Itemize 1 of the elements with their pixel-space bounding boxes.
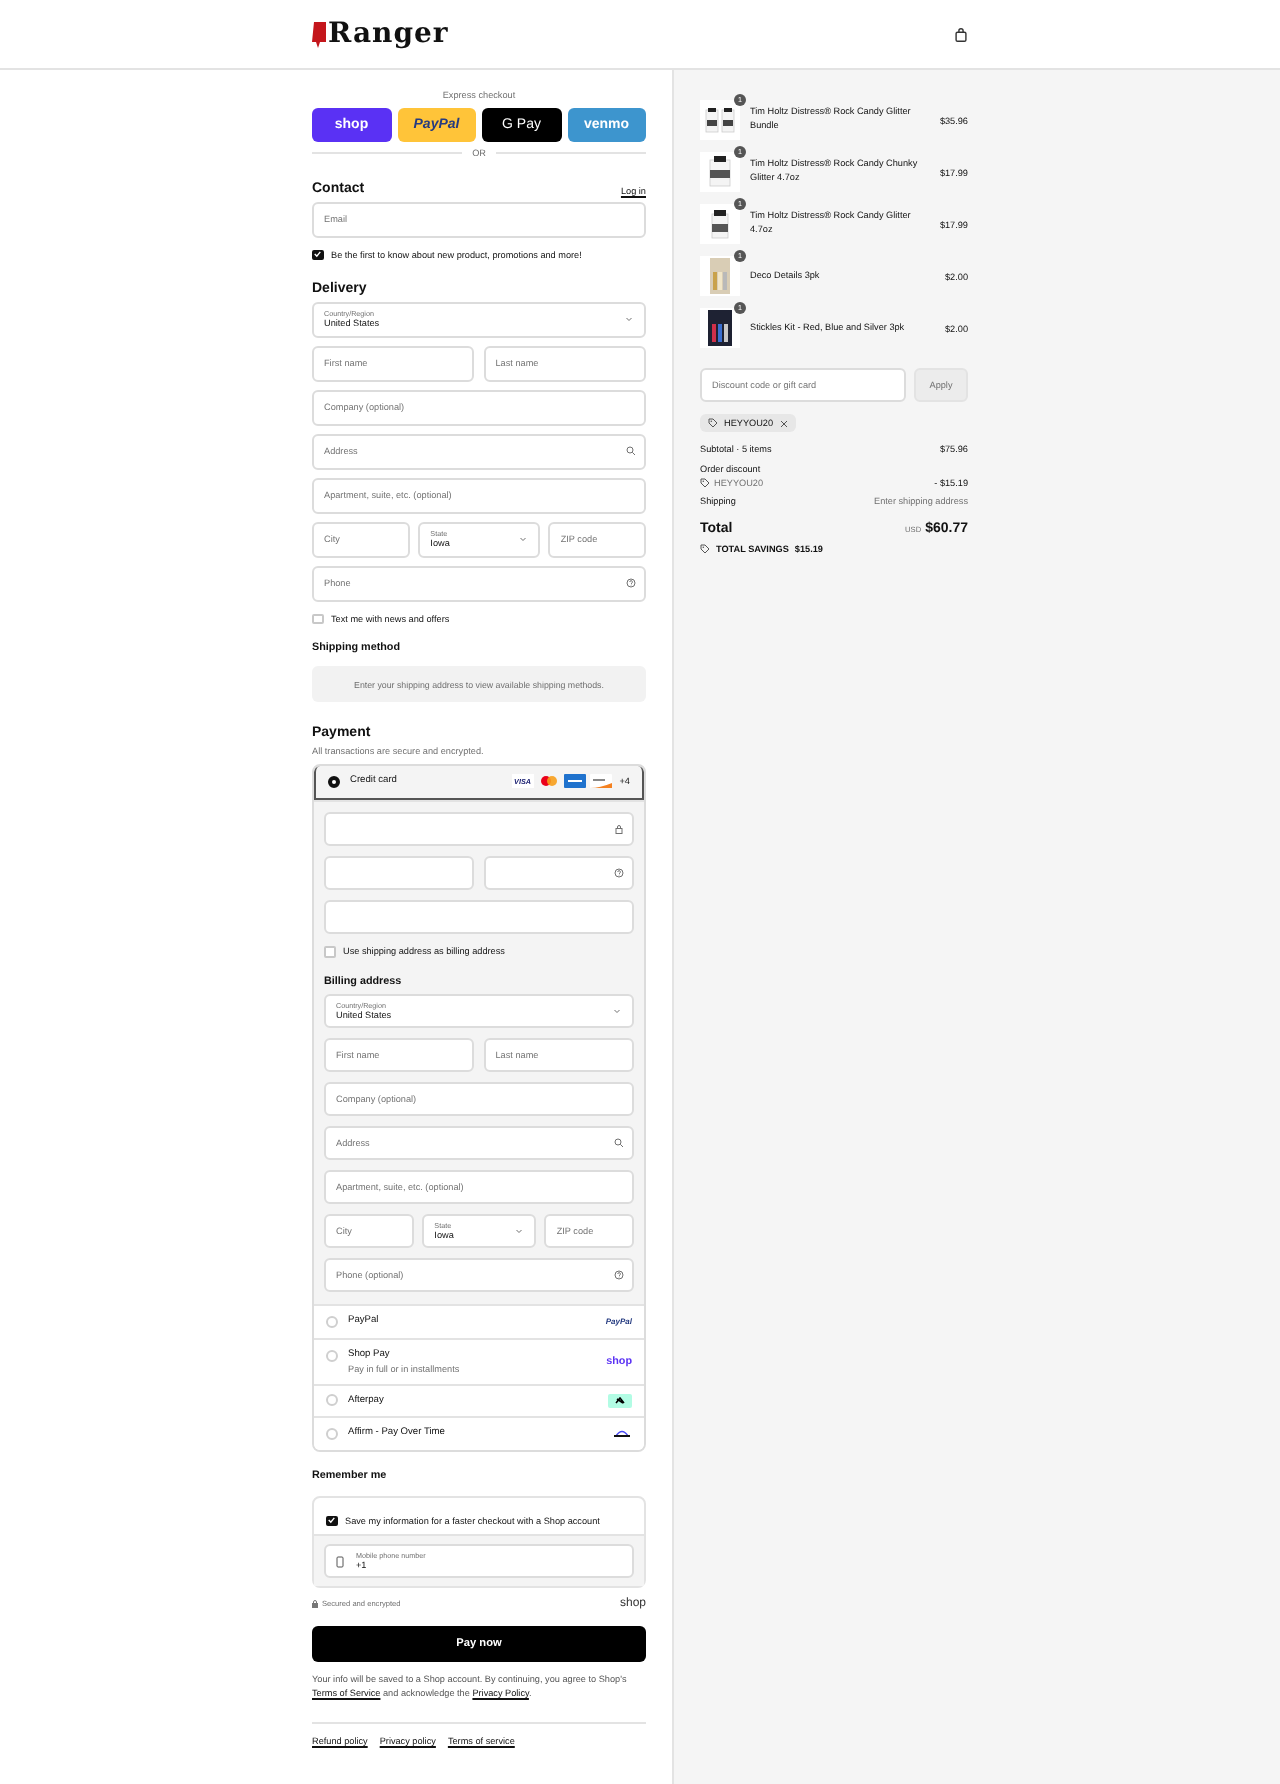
logo: Ranger — [328, 18, 449, 50]
